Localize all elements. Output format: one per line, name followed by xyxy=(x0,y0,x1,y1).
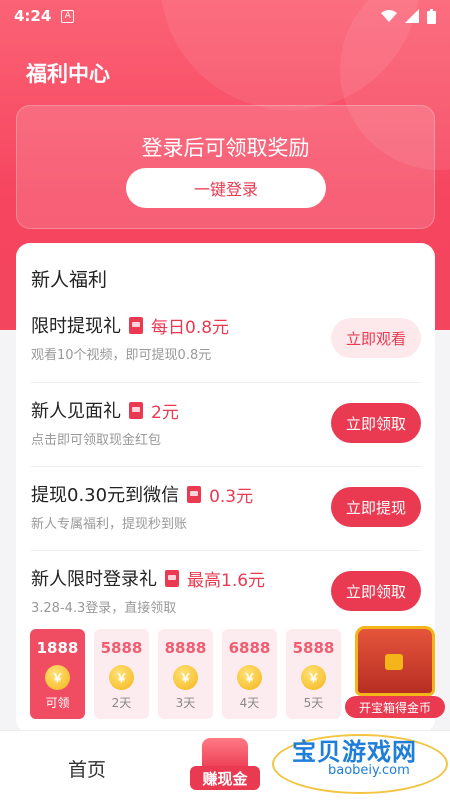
watermark-url: baobeiy.com xyxy=(328,763,410,778)
login-card: 登录后可领取奖励 一键登录 xyxy=(16,105,435,229)
day-label: 3天 xyxy=(175,696,196,710)
red-packet-icon xyxy=(187,485,202,503)
coin-icon: ￥ xyxy=(109,665,134,690)
coin-icon: ￥ xyxy=(173,665,198,690)
page-title: 福利中心 xyxy=(26,62,110,86)
watch-now-button[interactable]: 立即观看 xyxy=(331,318,421,358)
day-coins: 5888 xyxy=(100,639,143,657)
claim-now-button[interactable]: 立即领取 xyxy=(331,403,421,443)
claim-now-button[interactable]: 立即领取 xyxy=(331,571,421,611)
chest-lock-icon xyxy=(385,654,403,670)
tab-home[interactable]: 首页 xyxy=(68,755,106,782)
day-label: 2天 xyxy=(111,696,132,710)
site-watermark: 宝贝游戏网 baobeiy.com xyxy=(272,728,450,798)
reward-amount: 0.3元 xyxy=(209,486,254,507)
list-item: 限时提现礼 每日0.8元 观看10个视频，即可提现0.8元 立即观看 xyxy=(31,298,421,382)
notification-a-icon: A xyxy=(61,9,75,23)
day-label: 4天 xyxy=(239,696,260,710)
reward-desc: 新人专属福利，提现秒到账 xyxy=(31,517,188,532)
one-click-login-button[interactable]: 一键登录 xyxy=(126,168,326,208)
list-item: 提现0.30元到微信 0.3元 新人专属福利，提现秒到账 立即提现 xyxy=(31,466,421,550)
checkin-day[interactable]: 5888 ￥ 5天 xyxy=(286,629,341,719)
reward-amount: 每日0.8元 xyxy=(151,317,230,338)
login-prompt: 登录后可领取奖励 xyxy=(141,136,310,160)
day-label: 可领 xyxy=(45,696,70,710)
earn-cash-label: 赚现金 xyxy=(190,766,260,790)
section-title: 新人福利 xyxy=(31,269,108,291)
list-item: 新人见面礼 2元 点击即可领取现金红包 立即领取 xyxy=(31,382,421,466)
reward-desc: 3.28-4.3登录，直接领取 xyxy=(31,601,177,616)
chest-label: 开宝箱得金币 xyxy=(345,696,445,718)
day-coins: 5888 xyxy=(292,639,335,657)
reward-amount: 最高1.6元 xyxy=(187,570,266,591)
checkin-day[interactable]: 6888 ￥ 4天 xyxy=(222,629,277,719)
checkin-day[interactable]: 1888 ￥ 可领 xyxy=(30,629,85,719)
treasure-chest-button[interactable]: 开宝箱得金币 xyxy=(343,620,445,720)
coin-icon: ￥ xyxy=(301,665,326,690)
day-coins: 8888 xyxy=(164,639,207,657)
reward-desc: 观看10个视频，即可提现0.8元 xyxy=(31,348,212,363)
wifi-icon xyxy=(381,10,397,22)
day-coins: 6888 xyxy=(228,639,271,657)
tab-earn-cash[interactable]: 赚现金 xyxy=(188,736,262,796)
checkin-day[interactable]: 8888 ￥ 3天 xyxy=(158,629,213,719)
reward-name: 提现0.30元到微信 xyxy=(31,485,180,506)
coin-icon: ￥ xyxy=(45,665,70,690)
signal-icon xyxy=(405,9,419,23)
red-packet-icon xyxy=(129,316,143,334)
red-packet-icon xyxy=(165,569,179,587)
reward-name: 限时提现礼 xyxy=(31,316,121,337)
reward-name: 新人见面礼 xyxy=(31,401,121,422)
day-coins: 1888 xyxy=(36,639,79,657)
withdraw-now-button[interactable]: 立即提现 xyxy=(331,487,421,527)
watermark-text: 宝贝游戏网 xyxy=(292,738,417,766)
status-time: 4:24 xyxy=(14,7,52,25)
checkin-days: 1888 ￥ 可领 5888 ￥ 2天 8888 ￥ 3天 6888 ￥ 4天 … xyxy=(30,629,360,719)
reward-desc: 点击即可领取现金红包 xyxy=(31,433,162,448)
checkin-day[interactable]: 5888 ￥ 2天 xyxy=(94,629,149,719)
reward-amount: 2元 xyxy=(151,402,179,423)
coin-icon: ￥ xyxy=(237,665,262,690)
day-label: 5天 xyxy=(303,696,324,710)
battery-icon xyxy=(427,8,436,24)
red-packet-icon xyxy=(129,401,143,419)
reward-name: 新人限时登录礼 xyxy=(31,569,157,590)
status-bar: 4:24 A xyxy=(0,0,450,32)
